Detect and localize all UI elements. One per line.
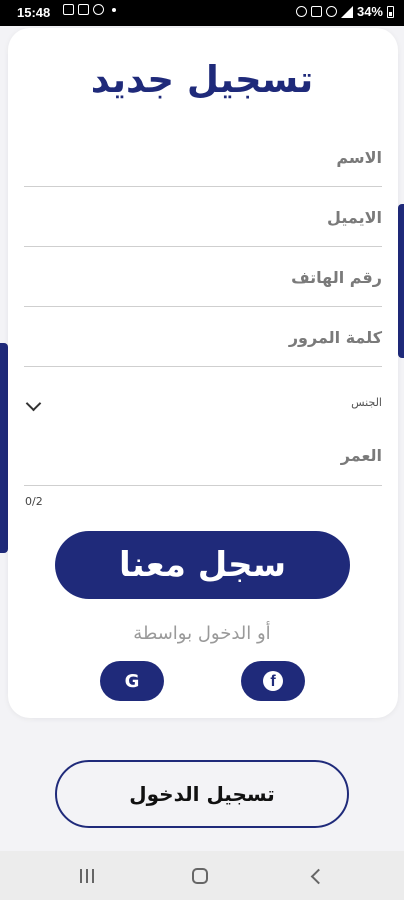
wifi-icon (325, 6, 337, 17)
back-icon[interactable] (310, 868, 327, 885)
google-icon: G (124, 670, 140, 692)
character-counter: 0/2 (25, 495, 43, 508)
password-field[interactable]: كلمة المرور (24, 320, 382, 367)
age-field[interactable]: العمر (24, 440, 382, 486)
name-field[interactable]: الاسم (24, 140, 382, 187)
gallery-icon (63, 4, 74, 15)
email-field[interactable]: الايميل (24, 200, 382, 247)
gender-select[interactable]: الجنس (24, 388, 382, 422)
registration-card (8, 28, 398, 718)
status-time: 15:48 (17, 5, 51, 20)
battery-icon (387, 5, 394, 18)
status-right-icons: 34% (295, 4, 394, 19)
whatsapp-icon (93, 4, 104, 15)
password-field-label: كلمة المرور (288, 328, 382, 347)
facebook-login-button[interactable]: f (241, 661, 305, 701)
battery-percent: 34% (356, 4, 383, 19)
navigation-bar (0, 851, 404, 900)
or-login-via-label: أو الدخول بواسطة (133, 623, 271, 644)
home-icon[interactable] (192, 868, 208, 884)
recent-apps-icon[interactable] (80, 869, 94, 883)
facebook-icon: f (263, 671, 283, 691)
phone-field-label: رقم الهاتف (291, 268, 382, 287)
name-field-label: الاسم (336, 148, 382, 167)
message-icon (78, 4, 89, 15)
mute-icon (310, 6, 322, 17)
page-title: تسجيل جديد (90, 58, 314, 101)
status-left-icons (63, 4, 116, 15)
signup-button[interactable]: سجل معنا (55, 531, 350, 599)
decorative-accent-right (398, 204, 404, 358)
gender-select-label: الجنس (351, 396, 382, 409)
alarm-icon (295, 6, 307, 17)
email-field-label: الايميل (327, 208, 382, 227)
age-field-label: العمر (340, 446, 382, 465)
login-button[interactable]: تسجيل الدخول (55, 760, 349, 828)
phone-field[interactable]: رقم الهاتف (24, 260, 382, 307)
signal-icon (340, 5, 353, 18)
google-login-button[interactable]: G (100, 661, 164, 701)
status-bar: 15:48 34% (0, 0, 404, 26)
notification-dot-icon (112, 7, 116, 12)
decorative-accent-left (0, 343, 8, 553)
